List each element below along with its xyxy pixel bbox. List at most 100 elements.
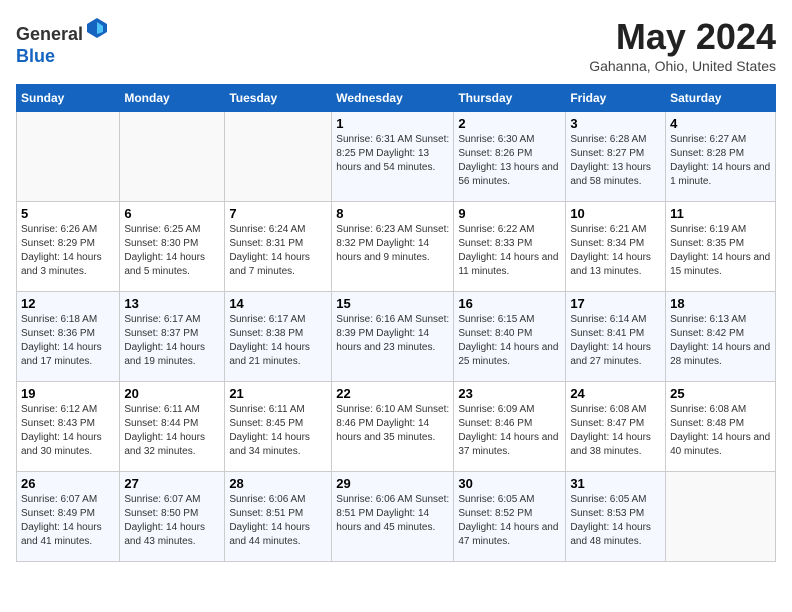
day-number: 20 [124,386,220,401]
calendar-cell: 2 Sunrise: 6:30 AM Sunset: 8:26 PM Daylig… [454,112,566,202]
day-content: Sunrise: 6:24 AM Sunset: 8:31 PM Dayligh… [229,223,327,279]
day-number: 13 [124,296,220,311]
calendar-week-row: 12 Sunrise: 6:18 AM Sunset: 8:36 PM Dayli… [17,292,776,382]
weekday-header-thursday: Thursday [454,85,566,112]
weekday-header-friday: Friday [566,85,666,112]
calendar-cell: 3Sunrise: 6:28 AM Sunset: 8:27 PM Daylig… [566,112,666,202]
logo-blue-text: Blue [16,46,55,66]
day-number: 19 [21,386,115,401]
day-content: Sunrise: 6:07 AM Sunset: 8:49 PM Dayligh… [21,493,115,549]
day-content: Sunrise: 6:18 AM Sunset: 8:36 PM Dayligh… [21,313,115,369]
day-number: 6 [124,206,220,221]
day-number: 28 [229,476,327,491]
calendar-cell: 12 Sunrise: 6:18 AM Sunset: 8:36 PM Dayli… [17,292,120,382]
day-content: Sunrise: 6:12 AM Sunset: 8:43 PM Dayligh… [21,403,115,459]
calendar-table: SundayMondayTuesdayWednesdayThursdayFrid… [16,84,776,562]
day-number: 4 [670,116,771,131]
calendar-cell: 19 Sunrise: 6:12 AM Sunset: 8:43 PM Dayli… [17,382,120,472]
day-number: 31 [570,476,661,491]
calendar-cell: 29 Sunrise: 6:06 AM Sunset: 8:51 PM Dayli… [332,472,454,562]
day-number: 2 [458,116,561,131]
day-number: 27 [124,476,220,491]
weekday-header-row: SundayMondayTuesdayWednesdayThursdayFrid… [17,85,776,112]
calendar-cell: 1 Sunrise: 6:31 AM Sunset: 8:25 PM Daylig… [332,112,454,202]
day-content: Sunrise: 6:14 AM Sunset: 8:41 PM Dayligh… [570,313,661,369]
location-subtitle: Gahanna, Ohio, United States [589,58,776,74]
calendar-cell: 20 Sunrise: 6:11 AM Sunset: 8:44 PM Dayli… [120,382,225,472]
calendar-cell [17,112,120,202]
calendar-cell: 14 Sunrise: 6:17 AM Sunset: 8:38 PM Dayli… [225,292,332,382]
day-content: Sunrise: 6:19 AM Sunset: 8:35 PM Dayligh… [670,223,771,279]
day-number: 22 [336,386,449,401]
calendar-cell: 17Sunrise: 6:14 AM Sunset: 8:41 PM Dayli… [566,292,666,382]
day-content: Sunrise: 6:13 AM Sunset: 8:42 PM Dayligh… [670,313,771,369]
calendar-cell: 5 Sunrise: 6:26 AM Sunset: 8:29 PM Daylig… [17,202,120,292]
day-number: 21 [229,386,327,401]
day-content: Sunrise: 6:11 AM Sunset: 8:45 PM Dayligh… [229,403,327,459]
day-content: Sunrise: 6:17 AM Sunset: 8:38 PM Dayligh… [229,313,327,369]
calendar-week-row: 1 Sunrise: 6:31 AM Sunset: 8:25 PM Daylig… [17,112,776,202]
calendar-cell [225,112,332,202]
logo-icon [85,16,109,40]
day-number: 1 [336,116,449,131]
day-content: Sunrise: 6:25 AM Sunset: 8:30 PM Dayligh… [124,223,220,279]
day-content: Sunrise: 6:15 AM Sunset: 8:40 PM Dayligh… [458,313,561,369]
day-number: 11 [670,206,771,221]
day-number: 7 [229,206,327,221]
day-content: Sunrise: 6:11 AM Sunset: 8:44 PM Dayligh… [124,403,220,459]
calendar-cell: 24 Sunrise: 6:08 AM Sunset: 8:47 PM Dayli… [566,382,666,472]
calendar-cell: 6 Sunrise: 6:25 AM Sunset: 8:30 PM Daylig… [120,202,225,292]
day-content: Sunrise: 6:30 AM Sunset: 8:26 PM Dayligh… [458,133,561,189]
weekday-header-monday: Monday [120,85,225,112]
month-year-title: May 2024 [589,16,776,58]
weekday-header-tuesday: Tuesday [225,85,332,112]
day-number: 24 [570,386,661,401]
logo: General Blue [16,16,109,67]
calendar-cell: 13Sunrise: 6:17 AM Sunset: 8:37 PM Dayli… [120,292,225,382]
calendar-cell: 18Sunrise: 6:13 AM Sunset: 8:42 PM Dayli… [666,292,776,382]
logo-general-text: General [16,24,83,44]
calendar-cell: 30Sunrise: 6:05 AM Sunset: 8:52 PM Dayli… [454,472,566,562]
day-number: 16 [458,296,561,311]
day-content: Sunrise: 6:10 AM Sunset: 8:46 PM Dayligh… [336,403,449,445]
day-number: 15 [336,296,449,311]
day-content: Sunrise: 6:05 AM Sunset: 8:52 PM Dayligh… [458,493,561,549]
calendar-cell: 9 Sunrise: 6:22 AM Sunset: 8:33 PM Daylig… [454,202,566,292]
day-number: 9 [458,206,561,221]
day-number: 14 [229,296,327,311]
calendar-cell: 11 Sunrise: 6:19 AM Sunset: 8:35 PM Dayli… [666,202,776,292]
page-header: General Blue May 2024 Gahanna, Ohio, Uni… [16,16,776,74]
day-number: 23 [458,386,561,401]
day-number: 12 [21,296,115,311]
calendar-week-row: 19 Sunrise: 6:12 AM Sunset: 8:43 PM Dayli… [17,382,776,472]
day-content: Sunrise: 6:22 AM Sunset: 8:33 PM Dayligh… [458,223,561,279]
day-number: 25 [670,386,771,401]
day-number: 10 [570,206,661,221]
calendar-cell: 25Sunrise: 6:08 AM Sunset: 8:48 PM Dayli… [666,382,776,472]
day-number: 3 [570,116,661,131]
calendar-cell: 23Sunrise: 6:09 AM Sunset: 8:46 PM Dayli… [454,382,566,472]
calendar-cell: 4Sunrise: 6:27 AM Sunset: 8:28 PM Daylig… [666,112,776,202]
day-number: 5 [21,206,115,221]
day-content: Sunrise: 6:21 AM Sunset: 8:34 PM Dayligh… [570,223,661,279]
title-block: May 2024 Gahanna, Ohio, United States [589,16,776,74]
day-content: Sunrise: 6:08 AM Sunset: 8:47 PM Dayligh… [570,403,661,459]
calendar-cell [666,472,776,562]
calendar-cell: 7 Sunrise: 6:24 AM Sunset: 8:31 PM Daylig… [225,202,332,292]
calendar-week-row: 5 Sunrise: 6:26 AM Sunset: 8:29 PM Daylig… [17,202,776,292]
weekday-header-wednesday: Wednesday [332,85,454,112]
weekday-header-saturday: Saturday [666,85,776,112]
calendar-cell: 27 Sunrise: 6:07 AM Sunset: 8:50 PM Dayli… [120,472,225,562]
calendar-cell: 21 Sunrise: 6:11 AM Sunset: 8:45 PM Dayli… [225,382,332,472]
day-number: 29 [336,476,449,491]
calendar-week-row: 26Sunrise: 6:07 AM Sunset: 8:49 PM Dayli… [17,472,776,562]
calendar-cell: 8 Sunrise: 6:23 AM Sunset: 8:32 PM Daylig… [332,202,454,292]
day-content: Sunrise: 6:06 AM Sunset: 8:51 PM Dayligh… [336,493,449,535]
day-content: Sunrise: 6:16 AM Sunset: 8:39 PM Dayligh… [336,313,449,355]
day-content: Sunrise: 6:31 AM Sunset: 8:25 PM Dayligh… [336,133,449,175]
day-content: Sunrise: 6:26 AM Sunset: 8:29 PM Dayligh… [21,223,115,279]
calendar-cell: 31Sunrise: 6:05 AM Sunset: 8:53 PM Dayli… [566,472,666,562]
day-content: Sunrise: 6:23 AM Sunset: 8:32 PM Dayligh… [336,223,449,265]
day-number: 8 [336,206,449,221]
day-content: Sunrise: 6:07 AM Sunset: 8:50 PM Dayligh… [124,493,220,549]
